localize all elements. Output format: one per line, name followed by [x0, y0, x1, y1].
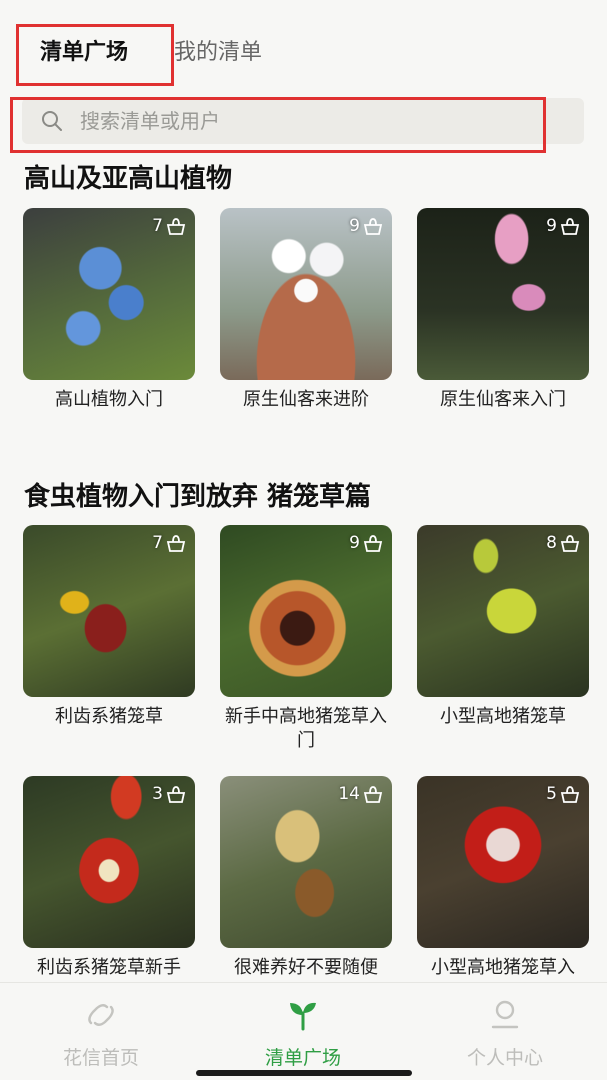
basket-icon	[166, 535, 186, 552]
card-label: 利齿系猪笼草新手	[37, 957, 181, 978]
basket-icon	[363, 535, 383, 552]
card-image: 8	[417, 525, 589, 697]
section-title-pitcher-plants: 食虫植物入门到放弃 猪笼草篇	[24, 482, 372, 512]
card-count: 7	[152, 216, 187, 236]
search-highlight-box	[10, 97, 546, 153]
card-image: 5	[417, 776, 589, 948]
card-label: 新手中高地猪笼草入门	[225, 706, 387, 751]
nav-label: 清单广场	[264, 1047, 341, 1069]
list-card[interactable]: 7 高山植物入门	[23, 208, 195, 412]
bottom-nav: 花信首页 清单广场 个人中心	[0, 982, 607, 1080]
top-header: 清单广场 我的清单	[0, 0, 607, 100]
card-image: 9	[417, 208, 589, 380]
card-count: 9	[349, 533, 384, 553]
basket-icon	[166, 218, 186, 235]
card-label: 利齿系猪笼草	[55, 706, 163, 727]
list-card[interactable]: 14 很难养好不要随便	[220, 776, 392, 980]
nav-profile[interactable]: 个人中心	[404, 983, 606, 1080]
card-image: 9	[220, 525, 392, 697]
card-count: 7	[152, 533, 187, 553]
active-tab-highlight-box	[16, 24, 174, 86]
basket-icon	[363, 218, 383, 235]
card-image: 7	[23, 525, 195, 697]
home-indicator[interactable]	[196, 1070, 412, 1076]
list-card[interactable]: 9 新手中高地猪笼草入门	[220, 525, 392, 753]
sprout-icon	[290, 1002, 316, 1031]
list-card[interactable]: 5 小型高地猪笼草入	[417, 776, 589, 980]
list-card[interactable]: 9 原生仙客来入门	[417, 208, 589, 412]
card-label: 原生仙客来入门	[440, 389, 566, 410]
card-image: 7	[23, 208, 195, 380]
basket-icon	[363, 786, 383, 803]
nav-home[interactable]: 花信首页	[0, 983, 202, 1080]
basket-icon	[560, 535, 580, 552]
tab-my-lists[interactable]: 我的清单	[174, 34, 262, 66]
nav-list-square[interactable]: 清单广场	[202, 983, 404, 1080]
nav-label: 花信首页	[62, 1047, 139, 1069]
card-label: 原生仙客来进阶	[243, 389, 369, 410]
list-card[interactable]: 9 原生仙客来进阶	[220, 208, 392, 412]
basket-icon	[166, 786, 186, 803]
card-count: 8	[546, 533, 581, 553]
card-count: 5	[546, 784, 581, 804]
card-count: 3	[152, 784, 187, 804]
list-card[interactable]: 8 小型高地猪笼草	[417, 525, 589, 729]
card-image: 14	[220, 776, 392, 948]
card-count: 9	[546, 216, 581, 236]
card-label: 小型高地猪笼草入	[431, 957, 575, 978]
link-icon	[88, 1004, 114, 1026]
basket-icon	[560, 786, 580, 803]
person-icon	[491, 1000, 519, 1029]
nav-label: 个人中心	[466, 1047, 543, 1069]
card-label: 很难养好不要随便	[234, 957, 378, 978]
card-count: 9	[349, 216, 384, 236]
list-card[interactable]: 7 利齿系猪笼草	[23, 525, 195, 729]
card-count: 14	[338, 784, 384, 804]
card-image: 3	[23, 776, 195, 948]
card-image: 9	[220, 208, 392, 380]
section-title-alpine: 高山及亚高山植物	[24, 164, 233, 194]
list-card[interactable]: 3 利齿系猪笼草新手	[23, 776, 195, 980]
card-label: 小型高地猪笼草	[440, 706, 566, 727]
basket-icon	[560, 218, 580, 235]
card-label: 高山植物入门	[55, 389, 163, 410]
